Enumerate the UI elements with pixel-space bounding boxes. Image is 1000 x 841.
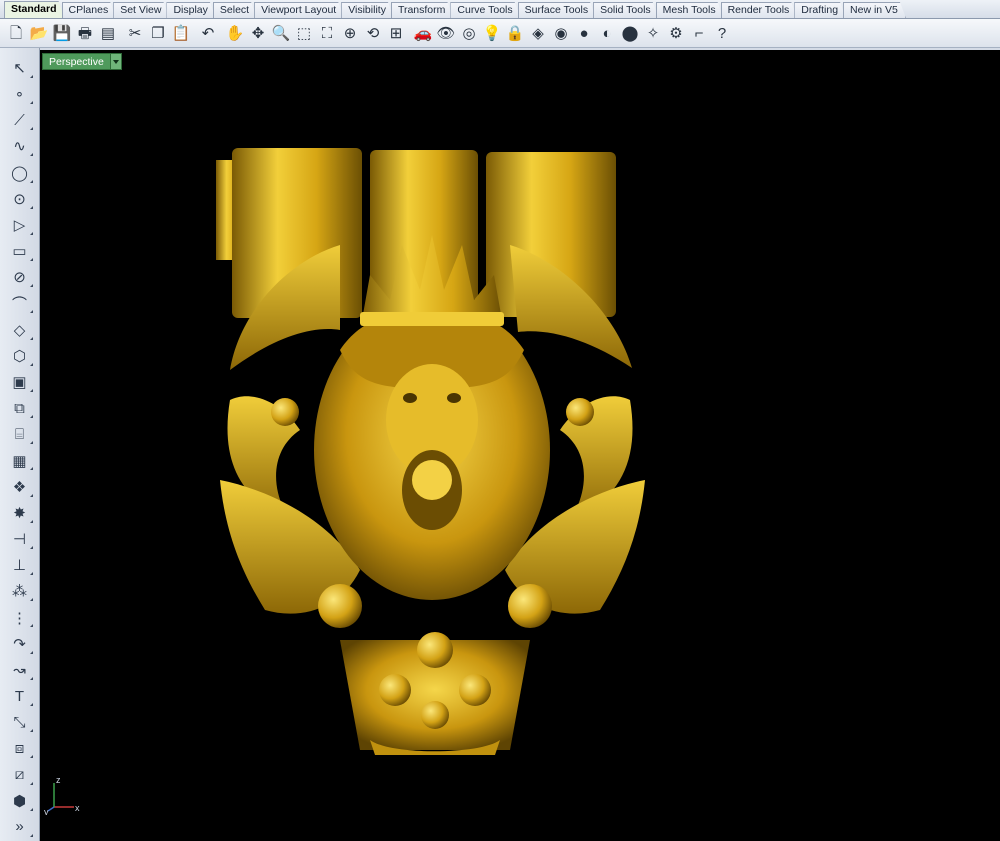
tab-surface-tools[interactable]: Surface Tools xyxy=(518,2,596,18)
zoom-selected-icon[interactable]: ⊕ xyxy=(340,22,360,44)
layers-icon[interactable]: ◈ xyxy=(528,22,548,44)
new-file-icon[interactable]: 🗋 xyxy=(6,22,26,44)
split-icon[interactable]: ⊥ xyxy=(7,553,33,577)
grid-snap-icon[interactable]: ⌐ xyxy=(689,22,709,44)
save-icon[interactable]: 💾 xyxy=(52,22,72,44)
lion-corbel-model xyxy=(216,148,645,755)
move-icon[interactable]: ↝ xyxy=(7,658,33,682)
ellipse-icon[interactable]: ⊙ xyxy=(7,187,33,211)
text-icon[interactable]: T xyxy=(7,684,33,708)
lightbulb-icon[interactable]: 💡 xyxy=(482,22,502,44)
wire-sphere-icon[interactable]: ◐ xyxy=(597,22,617,44)
extrude-surface-icon[interactable]: ⬡ xyxy=(7,344,33,368)
rotate-icon[interactable]: ↷ xyxy=(7,632,33,656)
trim-icon[interactable]: ⊣ xyxy=(7,527,33,551)
render-box-icon[interactable]: ⬢ xyxy=(7,789,33,813)
viewport-title: Perspective xyxy=(49,55,104,68)
rectangle-icon[interactable]: ▭ xyxy=(7,239,33,263)
more-tools-icon[interactable]: » xyxy=(7,815,33,839)
point-icon[interactable]: ∘ xyxy=(7,82,33,106)
cylinder-icon[interactable]: ⌸ xyxy=(7,422,33,446)
zoom-window-icon[interactable]: ⬚ xyxy=(294,22,314,44)
undo-icon[interactable]: ↶ xyxy=(198,22,218,44)
car-icon[interactable]: 🚗 xyxy=(413,22,433,44)
tab-visibility[interactable]: Visibility xyxy=(341,2,394,18)
tab-display[interactable]: Display xyxy=(166,2,215,18)
tab-select[interactable]: Select xyxy=(213,2,257,18)
help-icon[interactable]: ? xyxy=(712,22,732,44)
axis-z-label: z xyxy=(56,775,61,785)
copy-icon[interactable]: ❐ xyxy=(148,22,168,44)
zoom-extents-icon[interactable]: ⛶ xyxy=(317,22,337,44)
fillet-curve-icon[interactable]: ⌒ xyxy=(7,292,33,316)
transform-gear-icon[interactable]: ❖ xyxy=(7,475,33,499)
analyze-icon[interactable]: ⧄ xyxy=(7,763,33,787)
open-folder-icon[interactable]: 📂 xyxy=(29,22,49,44)
tab-viewport-layout[interactable]: Viewport Layout xyxy=(254,2,344,18)
box-solid-icon[interactable]: ▣ xyxy=(7,370,33,394)
block-icon[interactable]: ⧈ xyxy=(7,736,33,760)
viewport-menu-dropdown-icon[interactable] xyxy=(109,54,121,69)
tab-curve-tools[interactable]: Curve Tools xyxy=(450,2,520,18)
polygon-icon[interactable]: ▷ xyxy=(7,213,33,237)
paste-icon[interactable]: 📋 xyxy=(171,22,191,44)
hide-objects-icon[interactable]: 👁 xyxy=(436,22,456,44)
lock-icon[interactable]: 🔒 xyxy=(505,22,525,44)
left-toolbar: ↖ ∘ ⟋ ∿ ◯ ⊙ ▷ ▭ ⊘ ⌒ ◇ ⬡ ▣ ⧉ ⌸ ▦ ❖ ✸ ⊣ ⊥ ⁂ ⋮ ↷ ↝ T ⤡ ⧈ ⧄ ⬢» xyxy=(0,48,40,841)
color-wheel-icon[interactable]: ◉ xyxy=(551,22,571,44)
tab-mesh-tools[interactable]: Mesh Tools xyxy=(656,2,724,18)
dimension-icon[interactable]: ⤡ xyxy=(7,710,33,734)
circle-icon[interactable]: ◯ xyxy=(7,161,33,185)
axis-y-label: y xyxy=(44,807,49,815)
settings-gear-icon[interactable]: ⚙ xyxy=(666,22,686,44)
tab-solid-tools[interactable]: Solid Tools xyxy=(593,2,659,18)
group-icon[interactable]: ⁂ xyxy=(7,579,33,603)
tab-render-tools[interactable]: Render Tools xyxy=(721,2,798,18)
shaded-sphere-icon[interactable]: ● xyxy=(574,22,594,44)
zoom-icon[interactable]: 🔍 xyxy=(271,22,291,44)
tab-cplanes[interactable]: CPlanes xyxy=(62,2,117,18)
tab-set-view[interactable]: Set View xyxy=(113,2,169,18)
light-icon[interactable]: ✧ xyxy=(643,22,663,44)
axis-x-label: x xyxy=(75,803,80,813)
snap-icon[interactable]: ◎ xyxy=(459,22,479,44)
surface-corner-icon[interactable]: ◇ xyxy=(7,318,33,342)
tab-new-in-v5[interactable]: New in V5 xyxy=(843,2,906,18)
curve-from-object-icon[interactable]: ⊘ xyxy=(7,265,33,289)
tab-transform[interactable]: Transform xyxy=(391,2,453,18)
tab-drafting[interactable]: Drafting xyxy=(794,2,846,18)
explode-icon[interactable]: ✸ xyxy=(7,501,33,525)
boolean-icon[interactable]: ⧉ xyxy=(7,396,33,420)
world-axes-icon: x y z xyxy=(44,775,80,815)
rotate-view-icon[interactable]: ⟲ xyxy=(363,22,383,44)
four-viewports-icon[interactable]: ⊞ xyxy=(386,22,406,44)
mesh-icon[interactable]: ▦ xyxy=(7,449,33,473)
layer-sheet-icon[interactable]: ▤ xyxy=(98,22,118,44)
viewport-title-tab[interactable]: Perspective xyxy=(42,53,122,70)
array-icon[interactable]: ⋮ xyxy=(7,606,33,630)
standard-toolbar: 🗋 📂 💾 🖶 ▤ ✂ ❐ 📋 ↶ ✋ ✥ 🔍 ⬚ ⛶ ⊕ ⟲ ⊞ 🚗 👁 ◎ 💡 🔒 ◈ ◉ ● ◐ ⬤ ✧ ⚙ ⌐? xyxy=(0,19,1000,48)
select-arrow-icon[interactable]: ↖ xyxy=(7,56,33,80)
perspective-viewport[interactable]: Perspective x y z xyxy=(40,50,1000,841)
pan-hand-icon[interactable]: ✋ xyxy=(225,22,245,44)
cut-icon[interactable]: ✂ xyxy=(125,22,145,44)
print-icon[interactable]: 🖶 xyxy=(75,22,95,44)
render-sphere-icon[interactable]: ⬤ xyxy=(620,22,640,44)
move-view-icon[interactable]: ✥ xyxy=(248,22,268,44)
curve-icon[interactable]: ∿ xyxy=(7,135,33,159)
toolbar-tab-strip: Standard CPlanes Set View Display Select View… xyxy=(0,0,1000,19)
tab-standard[interactable]: Standard xyxy=(4,1,65,18)
polyline-icon[interactable]: ⟋ xyxy=(7,108,33,132)
